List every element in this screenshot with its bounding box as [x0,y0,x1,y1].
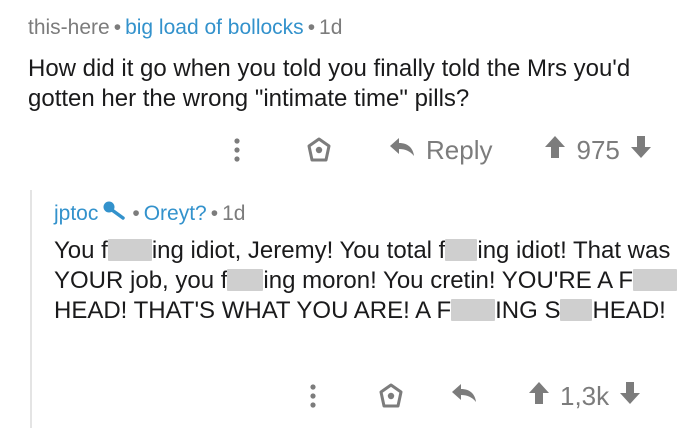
downvote-arrow-icon[interactable] [619,381,641,412]
censored-word [107,239,152,262]
username[interactable]: this-here [28,16,110,39]
body-segment: ing idiot, Jeremy! You total f [151,237,446,265]
comment-age: 1d [319,16,343,39]
more-options-icon[interactable] [222,135,252,165]
user-flair: big load of bollocks [125,16,304,39]
comment-meta: jptoc • Oreyt? • 1d [54,200,679,228]
censored-word [227,269,264,292]
upvote-arrow-icon[interactable] [528,381,550,412]
separator-dot: • [210,202,219,225]
downvote-arrow-icon[interactable] [630,135,652,166]
award-shield-icon[interactable] [304,135,334,165]
vote-control: 1,3k [528,381,641,412]
comment-age: 1d [222,202,246,225]
reply-arrow-icon [388,135,416,166]
comment-actions: Reply 975 [222,132,652,168]
pencil-mic-icon [102,200,126,228]
separator-dot: • [113,16,122,39]
body-segment: You f [54,237,108,265]
separator-dot: • [132,202,140,225]
score: 1,3k [560,380,610,411]
reply-button[interactable] [450,381,478,412]
award-shield-icon[interactable] [376,381,406,411]
comment-body: You f ing idiot, Jeremy! You total f ing i… [54,236,679,326]
censored-word [560,299,593,322]
comment-meta: this-here • big load of bollocks • 1d [28,14,688,42]
body-segment: ING S [495,297,561,325]
user-flair: Oreyt? [143,202,207,225]
top-comment: this-here • big load of bollocks • 1d How di… [28,14,688,114]
reply-button[interactable]: Reply [388,135,492,166]
vote-control: 975 [544,135,651,166]
comment-body: How did it go when you told you finally … [28,55,631,112]
censored-word [451,299,496,322]
more-options-icon[interactable] [298,381,328,411]
censored-word [445,239,478,262]
censored-word [633,269,678,292]
reply-comment: jptoc • Oreyt? • 1d You f ing idiot, Jeremy! … [54,200,679,326]
body-segment: HEAD! [592,297,666,325]
separator-dot: • [307,16,316,39]
reply-label: Reply [426,134,493,165]
comment-actions: 1,3k [298,378,641,414]
username[interactable]: jptoc [54,202,98,225]
upvote-arrow-icon[interactable] [544,135,566,166]
score: 975 [576,134,620,165]
body-segment: HEAD! THAT'S WHAT YOU ARE! A F [54,297,452,325]
reply-arrow-icon [450,381,478,412]
body-segment: ing moron! You cretin! YOU'RE A F [263,267,634,295]
